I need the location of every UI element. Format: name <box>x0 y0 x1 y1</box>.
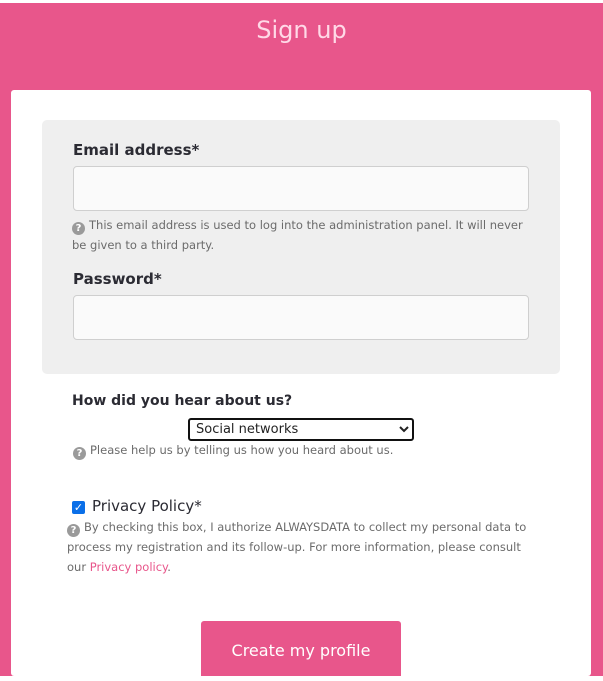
source-label: How did you hear about us? <box>72 393 293 409</box>
email-help-text: This email address is used to log into t… <box>72 218 523 252</box>
privacy-label: Privacy Policy* <box>92 497 202 515</box>
question-circle-icon: ? <box>72 222 85 235</box>
source-help: ? Please help us by telling us how you he… <box>73 440 533 460</box>
email-help: ? This email address is used to log into … <box>72 215 532 255</box>
email-field[interactable] <box>73 166 529 211</box>
privacy-checkbox[interactable]: ✓ <box>72 501 85 514</box>
password-label: Password* <box>73 270 162 288</box>
password-field[interactable] <box>73 295 529 340</box>
referral-source-select[interactable]: Social networks <box>188 418 414 441</box>
question-circle-icon: ? <box>67 524 80 537</box>
signup-card: Email address* ? This email address is us… <box>11 90 591 676</box>
privacy-help: ? By checking this box, I authorize ALWAY… <box>67 517 527 577</box>
privacy-help-suffix: . <box>167 560 171 574</box>
email-label: Email address* <box>73 141 200 159</box>
source-help-text: Please help us by telling us how you hea… <box>90 443 394 457</box>
privacy-policy-link[interactable]: Privacy policy <box>90 560 168 574</box>
checkmark-icon: ✓ <box>73 501 84 514</box>
create-profile-button[interactable]: Create my profile <box>201 621 401 676</box>
question-circle-icon: ? <box>73 447 86 460</box>
page-title: Sign up <box>256 16 347 44</box>
